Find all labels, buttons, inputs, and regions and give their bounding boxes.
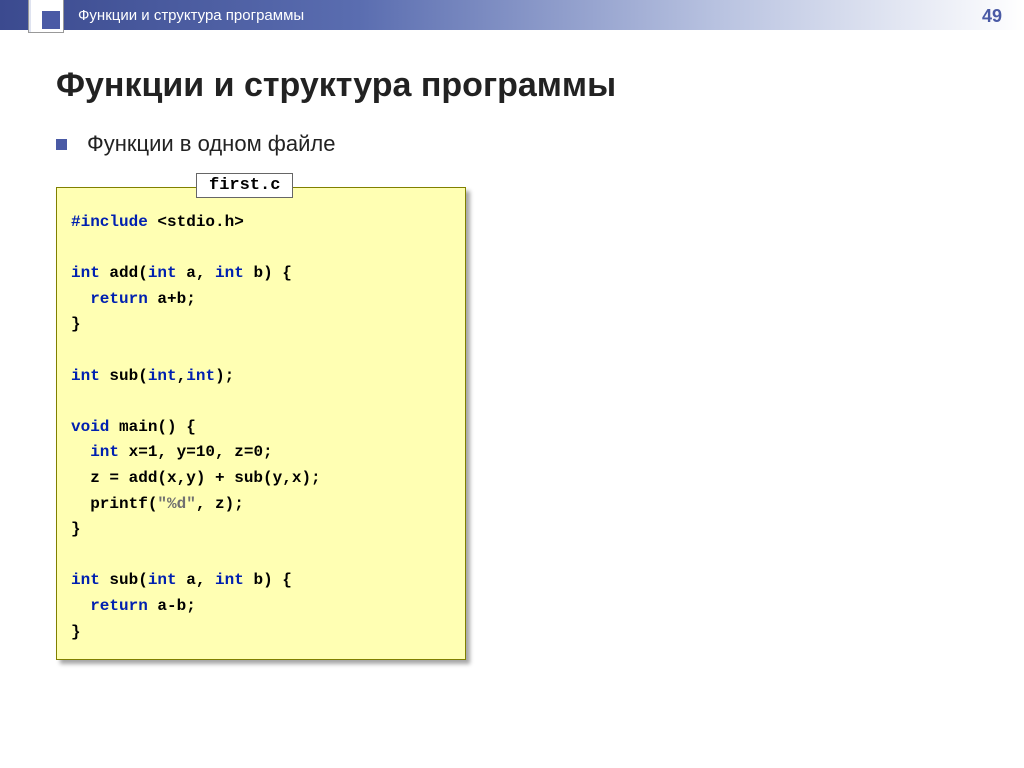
code-token: "%d" <box>157 495 195 513</box>
code-token: return <box>71 290 148 308</box>
code-token: a+b; <box>148 290 196 308</box>
code-token: main() { <box>109 418 195 436</box>
code-token: #include <box>71 213 148 231</box>
code-token: int <box>148 367 177 385</box>
code-token: <stdio.h> <box>148 213 244 231</box>
code-token: , z); <box>196 495 244 513</box>
code-token: x=1, y=10, z=0; <box>119 443 273 461</box>
code-token: a, <box>177 571 215 589</box>
code-block-wrap: first.c #include <stdio.h> int add(int a… <box>56 187 466 660</box>
code-token: int <box>215 571 244 589</box>
code-token: } <box>71 623 81 641</box>
code-token: b) { <box>244 571 292 589</box>
header-decor-inner <box>42 11 60 29</box>
bullet-row: Функции в одном файле <box>56 131 968 157</box>
page-number: 49 <box>982 6 1002 27</box>
slide-content: Функции и структура программы Функции в … <box>0 30 1024 660</box>
code-token: } <box>71 315 81 333</box>
code-filename-tab: first.c <box>196 173 293 198</box>
code-token: int <box>186 367 215 385</box>
code-token: int <box>148 264 177 282</box>
code-token: sub( <box>100 367 148 385</box>
code-token: b) { <box>244 264 292 282</box>
code-token: , <box>177 367 187 385</box>
code-token: int <box>215 264 244 282</box>
code-token: add( <box>100 264 148 282</box>
breadcrumb: Функции и структура программы <box>78 7 304 24</box>
code-token: int <box>71 367 100 385</box>
code-token: int <box>71 571 100 589</box>
slide-header: Функции и структура программы 49 <box>0 0 1024 30</box>
code-token: ); <box>215 367 234 385</box>
code-token: int <box>71 264 100 282</box>
bullet-icon <box>56 139 67 150</box>
bullet-text: Функции в одном файле <box>87 131 336 157</box>
code-token: } <box>71 520 81 538</box>
code-token: return <box>71 597 148 615</box>
code-token: void <box>71 418 109 436</box>
code-token: printf( <box>71 495 157 513</box>
code-token: a-b; <box>148 597 196 615</box>
code-token: a, <box>177 264 215 282</box>
code-token: z = add(x,y) + sub(y,x); <box>71 469 321 487</box>
code-token: sub( <box>100 571 148 589</box>
code-token: int <box>71 443 119 461</box>
code-token: int <box>148 571 177 589</box>
code-box: #include <stdio.h> int add(int a, int b)… <box>56 187 466 660</box>
page-title: Функции и структура программы <box>56 66 968 105</box>
